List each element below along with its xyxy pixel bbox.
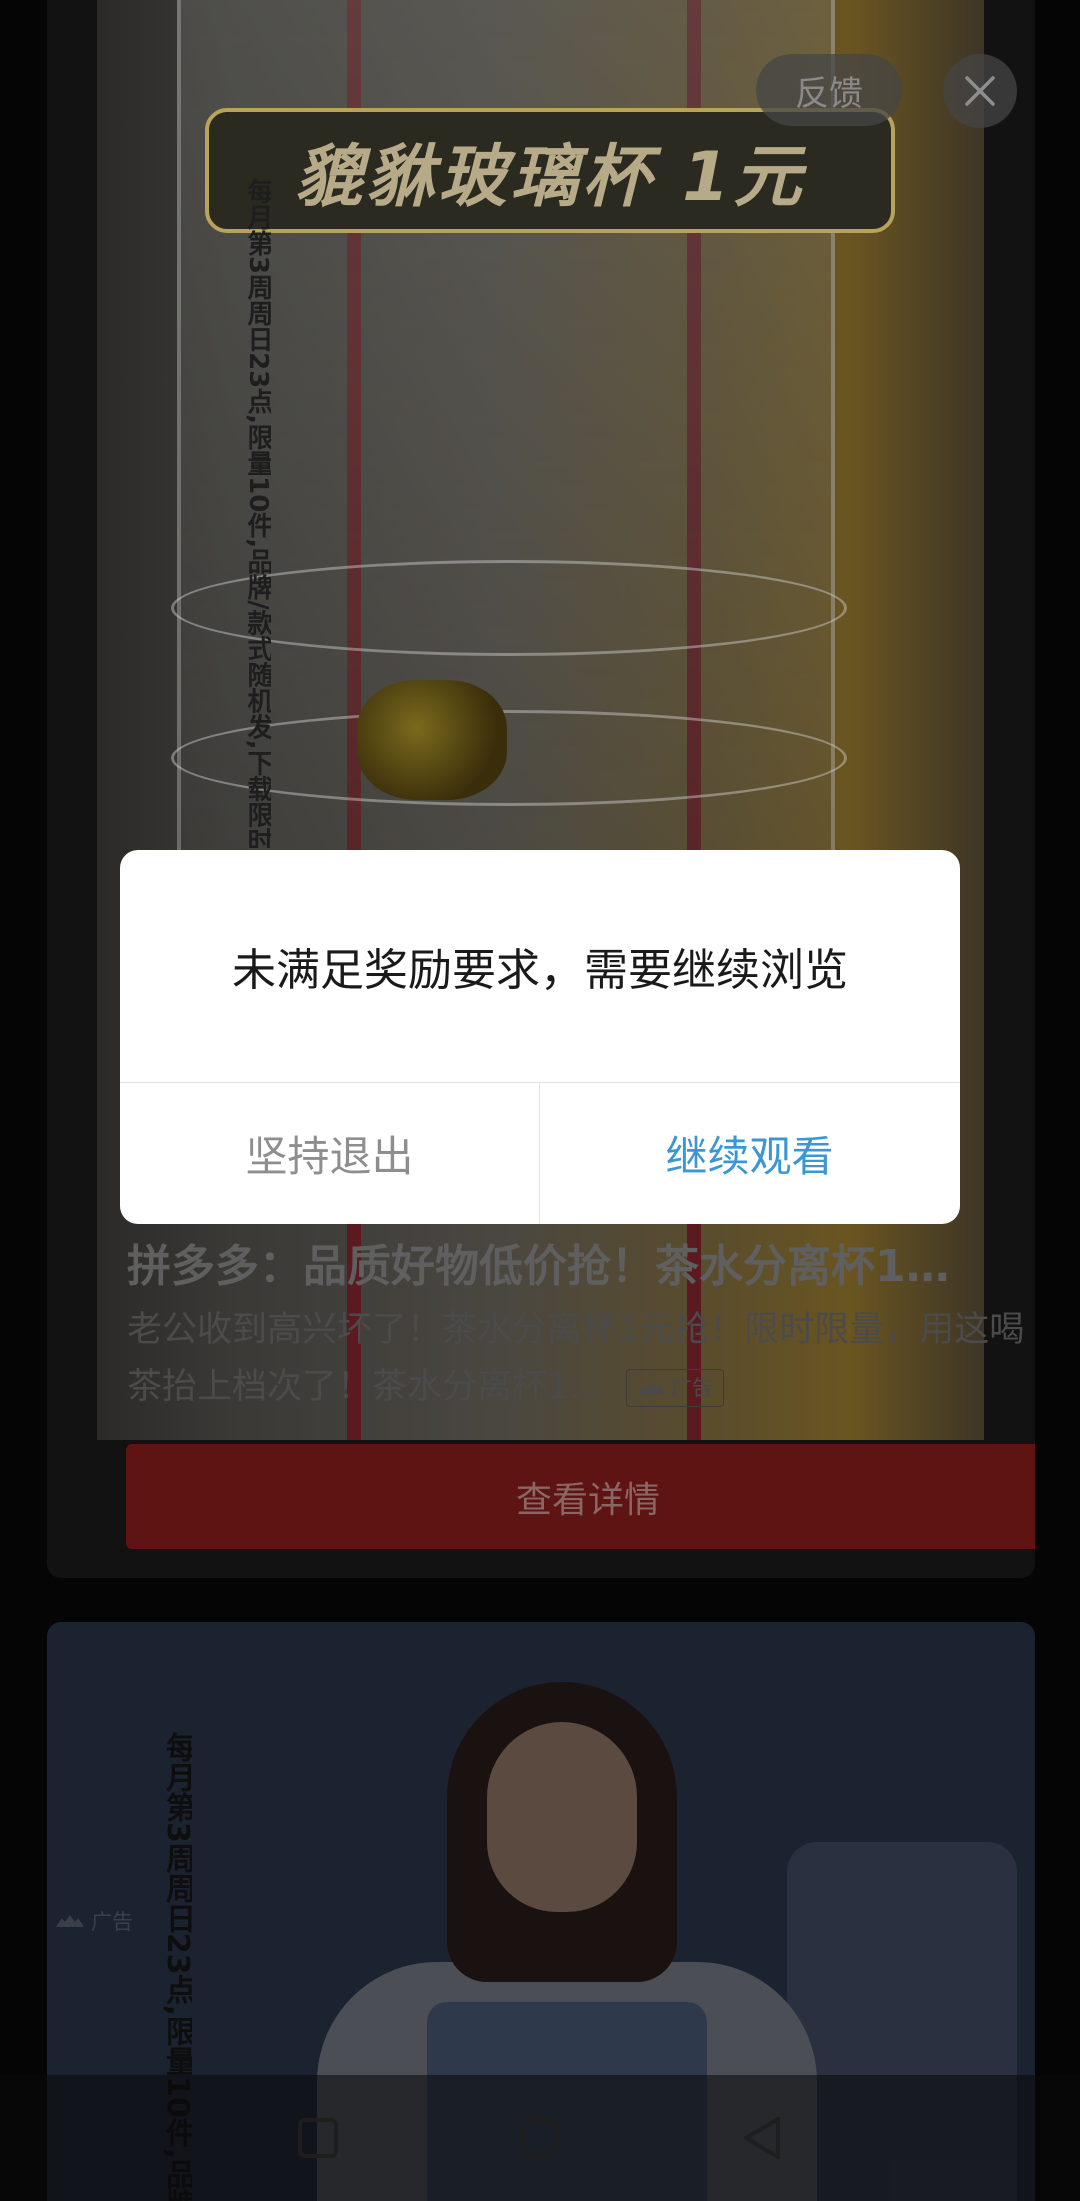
- dialog-message: 未满足奖励要求，需要继续浏览: [232, 945, 848, 996]
- vertical-notice: 每月第3周周日23点,限量10件,品牌/款式随机发,下载限时: [245, 178, 271, 848]
- ad-logo-icon: [56, 1915, 84, 1927]
- ad-description[interactable]: 老公收到高兴坏了！茶水分离杯1元抢！限时限量，用这喝茶抬上档次了！茶水分离杯1.…: [127, 1302, 1032, 1416]
- ad-tag-label: 广告: [670, 1375, 713, 1400]
- back-button[interactable]: [730, 2105, 796, 2171]
- reward-dialog: 未满足奖励要求，需要继续浏览 坚持退出 继续观看: [120, 850, 960, 1224]
- recent-apps-button[interactable]: [285, 2105, 351, 2171]
- view-details-button[interactable]: 查看详情: [126, 1444, 1035, 1549]
- ad-tag-label: 广告: [91, 1910, 133, 1934]
- golden-charm-image: [357, 680, 507, 800]
- back-triangle-icon: [744, 2117, 780, 2159]
- continue-watching-button[interactable]: 继续观看: [540, 1083, 959, 1224]
- quit-button[interactable]: 坚持退出: [120, 1083, 539, 1224]
- glass-disc: [171, 560, 847, 656]
- feedback-button[interactable]: 反馈: [756, 54, 902, 126]
- close-button[interactable]: [943, 54, 1017, 128]
- ad-tag: 广告: [625, 1369, 724, 1407]
- promo-banner: 貔貅玻璃杯 1元: [205, 108, 895, 233]
- close-icon: [965, 76, 995, 106]
- circle-icon: [519, 2117, 561, 2159]
- model-face: [487, 1722, 637, 1912]
- square-icon: [298, 2118, 338, 2158]
- promo-banner-text: 貔貅玻璃杯 1元: [294, 138, 806, 217]
- glass-disc: [171, 710, 847, 806]
- ad-description-text: 老公收到高兴坏了！茶水分离杯1元抢！限时限量，用这喝茶抬上档次了！茶水分离杯1.…: [127, 1310, 1025, 1407]
- home-button[interactable]: [507, 2105, 573, 2171]
- ad-card-1: 貔貅玻璃杯 1元 每月第3周周日23点,限量10件,品牌/款式随机发,下载限时 …: [47, 0, 1035, 1578]
- ad-logo-icon: [637, 1382, 666, 1394]
- ad-tag-2: 广告: [47, 1902, 141, 1940]
- ad-title[interactable]: 拼多多：品质好物低价抢！茶水分离杯1…: [127, 1230, 1017, 1294]
- navigation-bar: [0, 2075, 1080, 2201]
